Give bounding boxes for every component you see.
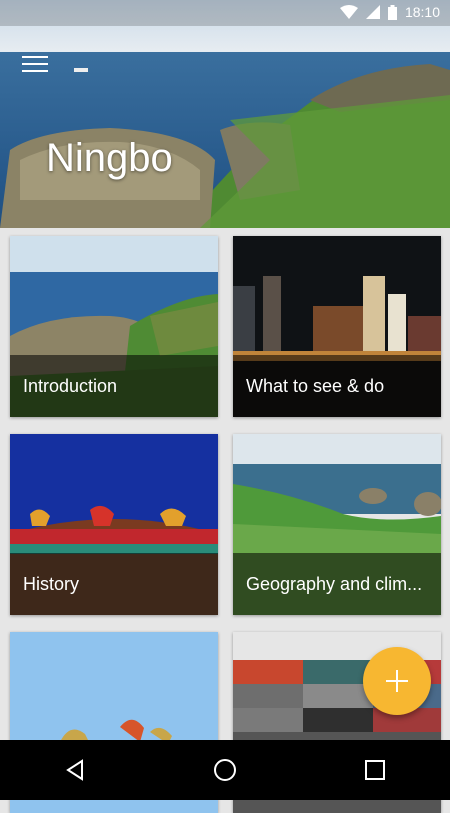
hero-header: Ningbo [0, 0, 450, 228]
recents-icon [365, 760, 385, 780]
card-label: History [23, 574, 80, 594]
back-icon [66, 759, 83, 781]
add-button[interactable] [363, 647, 431, 715]
recents-button[interactable] [345, 740, 405, 800]
add-icon [386, 670, 408, 692]
page-title: Ningbo [46, 136, 173, 180]
system-nav-bar [0, 740, 450, 800]
card-geography[interactable]: Geography and clim... [233, 434, 441, 615]
card-what-to-see[interactable]: What to see & do [233, 236, 441, 417]
status-bar: 18:10 [0, 0, 450, 26]
menu-icon[interactable] [22, 56, 48, 74]
status-time: 18:10 [404, 4, 440, 20]
card-history[interactable]: History [10, 434, 218, 615]
home-icon [214, 759, 236, 781]
card-label: Introduction [23, 376, 118, 396]
home-button[interactable] [195, 740, 255, 800]
hero-image [0, 0, 450, 228]
card-label: Geography and clim... [246, 574, 423, 594]
battery-icon [387, 4, 397, 20]
back-button[interactable] [45, 740, 105, 800]
signal-icon [365, 5, 380, 19]
card-label: What to see & do [246, 376, 385, 396]
wifi-icon [339, 5, 358, 19]
card-introduction[interactable]: Introduction [10, 236, 218, 417]
